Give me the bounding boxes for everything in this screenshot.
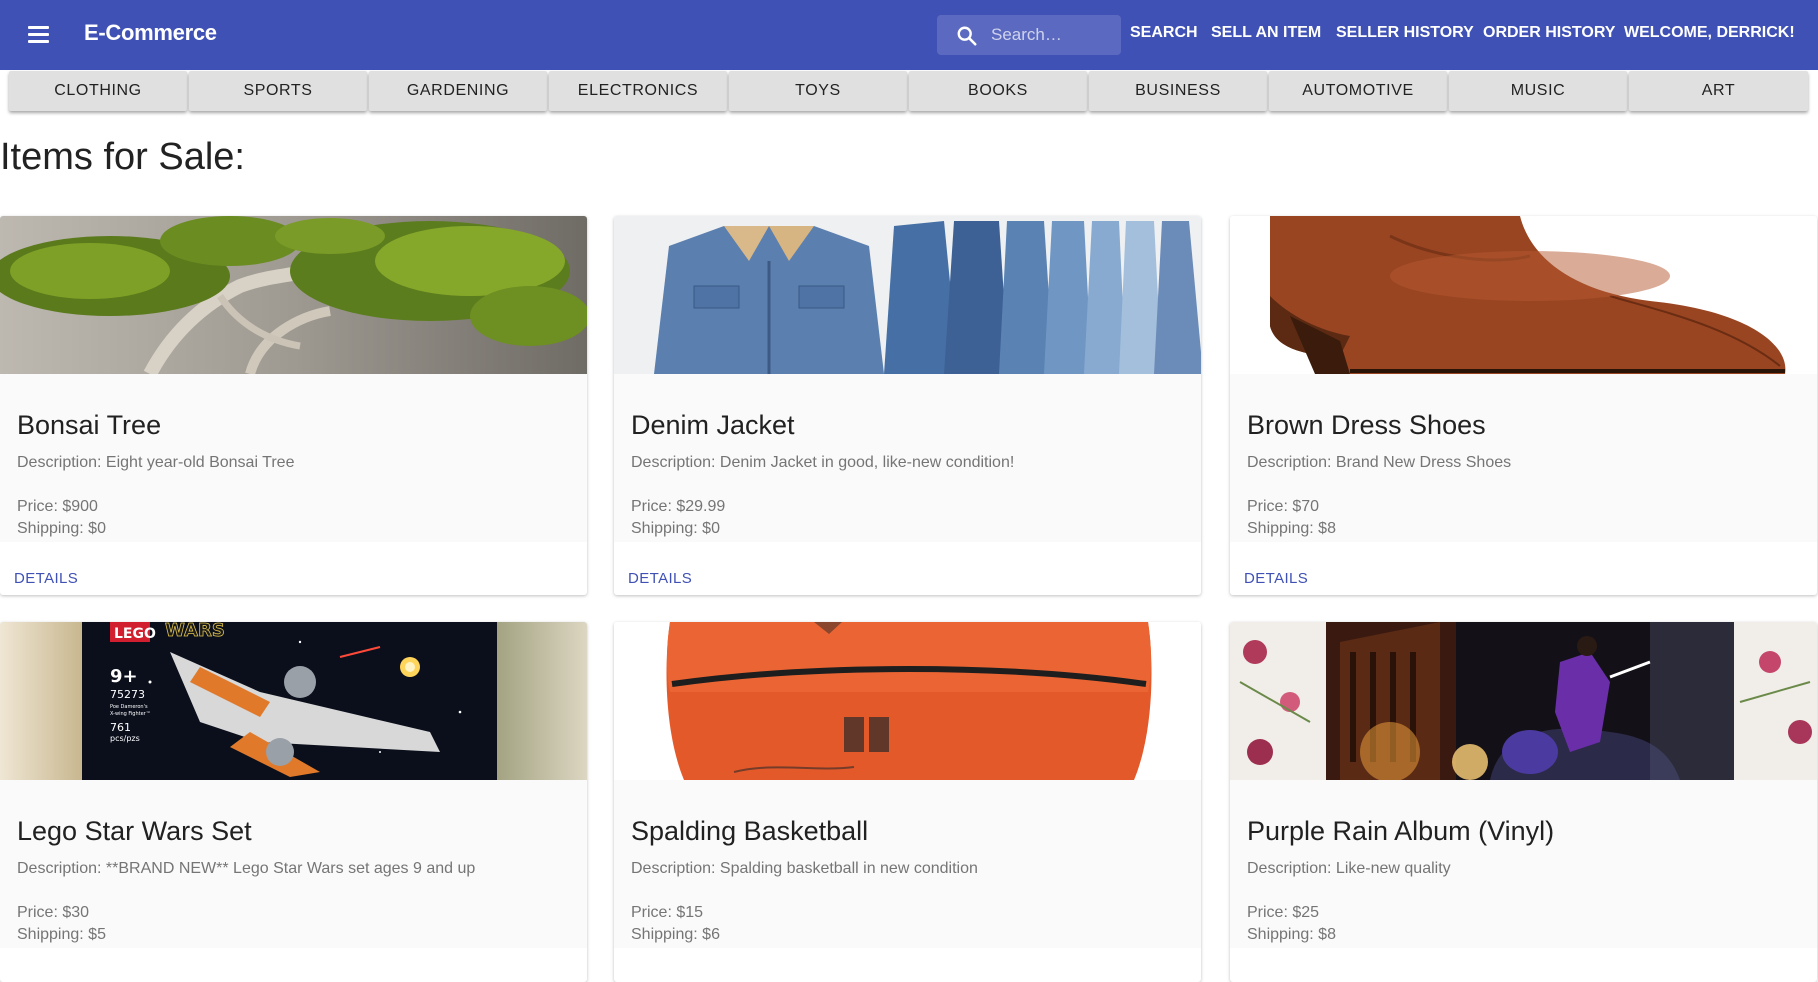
item-card: Brown Dress Shoes Description: Brand New… xyxy=(1230,216,1817,595)
item-description: Description: Eight year-old Bonsai Tree xyxy=(17,454,295,471)
item-name: Spalding Basketball xyxy=(631,816,869,846)
category-gardening[interactable]: GARDENING xyxy=(369,71,547,111)
item-card-content[interactable]: Denim Jacket Description: Denim Jacket i… xyxy=(614,374,1201,542)
item-description: Description: Denim Jacket in good, like-… xyxy=(631,454,1015,471)
basketball-image[interactable] xyxy=(614,622,1201,780)
denim-jackets-image[interactable] xyxy=(614,216,1201,374)
category-business[interactable]: BUSINESS xyxy=(1089,71,1267,111)
app-title[interactable]: E-Commerce xyxy=(84,20,217,46)
item-name: Lego Star Wars Set xyxy=(17,816,252,846)
lego-subtitle-line-1: Poe Dameron's xyxy=(110,704,148,710)
item-shipping: Shipping: $8 xyxy=(1247,520,1336,537)
details-button[interactable]: DETAILS xyxy=(14,570,78,587)
item-shipping: Shipping: $6 xyxy=(631,926,720,943)
item-description: Description: Like-new quality xyxy=(1247,860,1451,877)
album-cover-image[interactable] xyxy=(1230,622,1817,780)
item-price: Price: $25 xyxy=(1247,904,1320,921)
item-price: Price: $900 xyxy=(17,498,98,515)
category-music[interactable]: MUSIC xyxy=(1449,71,1627,111)
lego-pieces-label: pcs/pzs xyxy=(110,734,140,743)
item-price: Price: $15 xyxy=(631,904,704,921)
category-toys[interactable]: TOYS xyxy=(729,71,907,111)
app-bar: E-Commerce SEARCH SELL AN ITEM SELLER HI… xyxy=(0,0,1818,70)
seller-history-button[interactable]: SELLER HISTORY xyxy=(1336,24,1474,42)
category-books[interactable]: BOOKS xyxy=(909,71,1087,111)
search-icon xyxy=(957,26,977,46)
item-card: Bonsai Tree Description: Eight year-old … xyxy=(0,216,587,595)
lego-box-image[interactable]: LEGO WARS 9+ 75273 Poe Dameron's X-wing … xyxy=(0,622,587,780)
lego-set-number-text: 75273 xyxy=(110,688,145,701)
page-title: Items for Sale: xyxy=(0,136,245,178)
item-description: Description: Spalding basketball in new … xyxy=(631,860,978,877)
item-description: Description: **BRAND NEW** Lego Star War… xyxy=(17,860,476,877)
item-card: Purple Rain Album (Vinyl) Description: L… xyxy=(1230,622,1817,982)
item-name: Bonsai Tree xyxy=(17,410,162,440)
item-description: Description: Brand New Dress Shoes xyxy=(1247,454,1512,471)
search-box[interactable] xyxy=(937,15,1121,55)
category-electronics[interactable]: ELECTRONICS xyxy=(549,71,727,111)
category-clothing[interactable]: CLOTHING xyxy=(9,71,187,111)
item-shipping: Shipping: $8 xyxy=(1247,926,1336,943)
item-price: Price: $30 xyxy=(17,904,90,921)
item-card: LEGO WARS 9+ 75273 Poe Dameron's X-wing … xyxy=(0,622,587,982)
lego-theme-text: WARS xyxy=(165,622,225,641)
item-shipping: Shipping: $0 xyxy=(17,520,106,537)
search-button[interactable]: SEARCH xyxy=(1130,24,1198,42)
item-card: Denim Jacket Description: Denim Jacket i… xyxy=(614,216,1201,595)
item-price: Price: $70 xyxy=(1247,498,1320,515)
sell-item-button[interactable]: SELL AN ITEM xyxy=(1211,24,1321,42)
item-name: Denim Jacket xyxy=(631,410,795,440)
bonsai-tree-image[interactable] xyxy=(0,216,587,374)
item-price: Price: $29.99 xyxy=(631,498,726,515)
category-art[interactable]: ART xyxy=(1629,71,1808,111)
item-card-content[interactable]: Spalding Basketball Description: Spaldin… xyxy=(614,780,1201,948)
category-sports[interactable]: SPORTS xyxy=(189,71,367,111)
welcome-user-button[interactable]: WELCOME, DERRICK! xyxy=(1624,24,1795,42)
category-automotive[interactable]: AUTOMOTIVE xyxy=(1269,71,1447,111)
item-card-content[interactable]: Bonsai Tree Description: Eight year-old … xyxy=(0,374,587,542)
brown-shoe-image[interactable] xyxy=(1230,216,1817,374)
item-card-content[interactable]: Lego Star Wars Set Description: **BRAND … xyxy=(0,780,587,948)
item-card: Spalding Basketball Description: Spaldin… xyxy=(614,622,1201,982)
details-button[interactable]: DETAILS xyxy=(628,570,692,587)
details-button[interactable]: DETAILS xyxy=(1244,570,1308,587)
item-shipping: Shipping: $5 xyxy=(17,926,106,943)
lego-subtitle-line-2: X-wing Fighter™ xyxy=(110,711,151,717)
lego-brand-text: LEGO xyxy=(114,626,156,642)
search-input[interactable] xyxy=(989,15,1117,55)
menu-icon[interactable] xyxy=(26,23,52,45)
lego-pieces-text: 761 xyxy=(110,721,131,734)
item-card-content[interactable]: Brown Dress Shoes Description: Brand New… xyxy=(1230,374,1817,542)
item-shipping: Shipping: $0 xyxy=(631,520,720,537)
order-history-button[interactable]: ORDER HISTORY xyxy=(1483,24,1615,42)
item-card-content[interactable]: Purple Rain Album (Vinyl) Description: L… xyxy=(1230,780,1817,948)
item-name: Brown Dress Shoes xyxy=(1247,410,1486,440)
lego-age-text: 9+ xyxy=(110,666,138,687)
item-name: Purple Rain Album (Vinyl) xyxy=(1247,816,1555,846)
